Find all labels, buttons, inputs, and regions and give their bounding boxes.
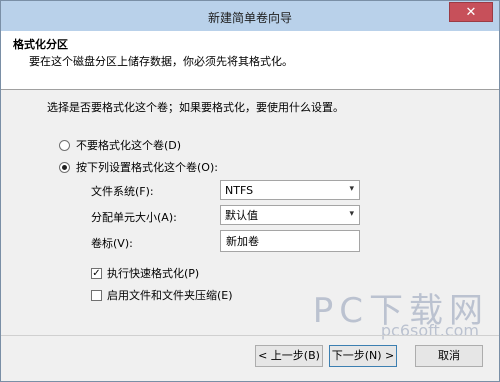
filesystem-value: NTFS: [225, 183, 254, 197]
filesystem-label: 文件系统(F):: [91, 185, 154, 198]
volume-label-label: 卷标(V):: [91, 237, 133, 250]
close-button[interactable]: ✕: [449, 2, 493, 22]
chevron-down-icon: ▾: [349, 184, 354, 194]
window-title: 新建简单卷向导: [207, 11, 292, 25]
chevron-down-icon: ▾: [349, 209, 354, 219]
cancel-button[interactable]: 取消: [415, 345, 483, 367]
footer-divider: [1, 335, 499, 336]
check-label: 执行快速格式化(P): [107, 267, 200, 280]
header-subtitle: 要在这个磁盘分区上储存数据，你必须先将其格式化。: [29, 55, 293, 68]
watermark-text: PC下载网: [312, 291, 489, 331]
radio-format[interactable]: 按下列设置格式化这个卷(O):: [59, 159, 218, 175]
quick-format-check[interactable]: ✓ 执行快速格式化(P): [91, 265, 199, 281]
close-icon: ✕: [465, 5, 477, 20]
instruction-text: 选择是否要格式化这个卷；如果要格式化，要使用什么设置。: [47, 101, 344, 114]
wizard-header: 格式化分区 要在这个磁盘分区上储存数据，你必须先将其格式化。: [1, 31, 499, 90]
radio-label: 不要格式化这个卷(D): [76, 139, 182, 152]
allocation-select[interactable]: 默认值 ▾: [220, 205, 360, 225]
allocation-label: 分配单元大小(A):: [91, 211, 177, 224]
checkbox[interactable]: [91, 289, 102, 301]
radio-no-format[interactable]: 不要格式化这个卷(D): [59, 137, 181, 153]
check-label: 启用文件和文件夹压缩(E): [107, 289, 233, 302]
volume-label-input[interactable]: [220, 230, 360, 252]
radio-circle[interactable]: [59, 139, 70, 151]
title-bar: 新建简单卷向导 ✕: [1, 1, 499, 31]
watermark-url: pc6soft.com: [380, 321, 479, 340]
header-title: 格式化分区: [13, 38, 68, 51]
filesystem-select[interactable]: NTFS ▾: [220, 180, 360, 200]
compression-check[interactable]: 启用文件和文件夹压缩(E): [91, 287, 233, 303]
next-button[interactable]: 下一步(N) >: [329, 345, 397, 367]
back-button[interactable]: < 上一步(B): [255, 345, 323, 367]
radio-circle-checked[interactable]: [59, 161, 70, 173]
radio-label: 按下列设置格式化这个卷(O):: [76, 161, 218, 174]
checkbox-checked[interactable]: ✓: [91, 267, 102, 279]
wizard-window: 新建简单卷向导 ✕ 格式化分区 要在这个磁盘分区上储存数据，你必须先将其格式化。…: [0, 0, 500, 382]
allocation-value: 默认值: [225, 209, 258, 222]
